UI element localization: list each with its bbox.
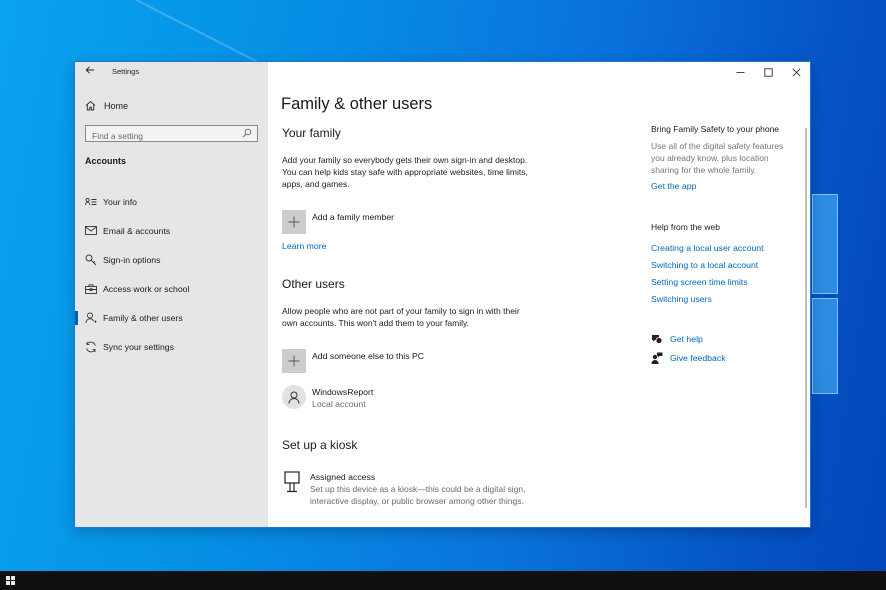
person-add-icon [85,312,97,324]
kiosk-heading: Set up a kiosk [282,438,358,452]
avatar [282,385,306,409]
maximize-button[interactable] [754,62,782,82]
sidebar-item-label: Your info [103,196,137,207]
learn-more-link[interactable]: Learn more [282,241,326,251]
your-family-heading: Your family [282,126,341,140]
family-safety-line: you already know, plus location [651,153,769,163]
search-input[interactable] [86,128,236,144]
minimize-button[interactable] [726,62,754,82]
sidebar-item-label: Family & other users [103,312,183,323]
get-the-app-link[interactable]: Get the app [651,181,696,191]
user-text: WindowsReport Local account [312,386,373,410]
plus-tile [282,349,306,373]
titlebar: Settings [75,62,268,84]
give-feedback-button[interactable]: Give feedback [651,352,726,364]
sidebar-item-sync-settings[interactable]: Sync your settings [75,332,268,361]
give-feedback-label: Give feedback [670,353,726,363]
user-name: WindowsReport [312,387,374,397]
home-icon [85,100,97,112]
help-link-creating-local-account[interactable]: Creating a local user account [651,243,764,253]
briefcase-icon [85,283,97,295]
get-help-icon [652,335,663,344]
help-link-screen-time-limits[interactable]: Setting screen time limits [651,277,748,287]
sidebar-item-home[interactable]: Home [85,98,128,114]
plus-icon [288,216,300,228]
assigned-access-text: Assigned access Set up this device as a … [310,471,525,507]
description-line: own accounts. This won't add them to you… [282,318,469,328]
plus-icon [288,355,300,367]
windows-icon-quad [11,581,15,585]
minimize-icon [736,71,744,73]
sidebar-item-label: Sync your settings [103,341,174,352]
page-title: Family & other users [281,95,433,113]
sync-icon [85,341,97,353]
maximize-icon [763,67,773,77]
back-button[interactable] [83,65,97,79]
user-account-item[interactable]: WindowsReport Local account [282,385,373,410]
add-someone-else-button[interactable]: Add someone else to this PC [282,349,424,373]
sidebar-item-your-info[interactable]: Your info [75,187,268,216]
key-icon [85,254,97,266]
windows-icon-quad [6,581,10,585]
description-line: apps, and games. [282,179,350,189]
assigned-access-desc-line: Set up this device as a kiosk—this could… [310,484,526,494]
user-account-type: Local account [312,399,366,409]
logo-pane-bottom [812,298,838,394]
help-link-switching-users[interactable]: Switching users [651,294,712,304]
contact-info-icon [85,196,97,208]
sidebar-nav: Your info Email & accounts Sign-in optio… [75,187,268,361]
home-label: Home [104,101,129,111]
person-icon [288,391,300,404]
sidebar-item-label: Access work or school [103,283,190,294]
get-help-label: Get help [670,334,703,344]
description-line: Add your family so everybody gets their … [282,155,528,165]
settings-window: Settings Home Accounts Your info [75,62,810,527]
family-safety-title: Bring Family Safety to your phone [651,124,780,134]
assigned-access-desc-line: interactive display, or public browser a… [310,496,524,506]
add-family-member-label: Add a family member [312,212,395,222]
add-someone-else-label: Add someone else to this PC [312,351,425,361]
sidebar-item-family-other-users[interactable]: Family & other users [75,303,268,332]
help-link-switching-local-account[interactable]: Switching to a local account [651,260,758,270]
wallpaper-windows-logo [812,194,886,394]
close-icon [791,67,801,77]
family-safety-line: sharing for the whole family. [651,165,757,175]
windows-icon-quad [11,576,15,580]
main-content: Family & other users Your family Add you… [268,62,810,527]
plus-tile [282,210,306,234]
get-help-button[interactable]: Get help [651,333,703,345]
family-safety-line: Use all of the digital safety features [651,141,784,151]
taskbar [0,571,886,590]
search-icon[interactable] [242,128,252,138]
description-line: Allow people who are not part of your fa… [282,306,520,316]
family-safety-text: Use all of the digital safety features y… [651,140,801,176]
sidebar-item-label: Sign-in options [103,254,161,265]
your-family-description: Add your family so everybody gets their … [282,154,528,190]
assigned-access-item[interactable]: Assigned access Set up this device as a … [284,471,525,507]
start-button[interactable] [6,576,15,585]
sidebar: Settings Home Accounts Your info [75,62,268,527]
add-family-member-button[interactable]: Add a family member [282,210,394,234]
help-from-web-title: Help from the web [651,222,720,232]
search-box[interactable] [85,125,258,144]
mail-icon [85,225,97,237]
scrollbar[interactable] [805,128,807,508]
sidebar-item-email-accounts[interactable]: Email & accounts [75,216,268,245]
assigned-access-title: Assigned access [310,472,376,482]
sidebar-item-label: Email & accounts [103,225,171,236]
description-line: You can help kids stay safe with appropr… [282,167,528,177]
feedback-icon [651,352,663,364]
windows-icon-quad [6,576,10,580]
logo-pane-top [812,194,838,294]
other-users-heading: Other users [282,277,345,291]
sidebar-item-sign-in-options[interactable]: Sign-in options [75,245,268,274]
sidebar-item-access-work-school[interactable]: Access work or school [75,274,268,303]
window-controls [726,62,810,82]
kiosk-icon [284,471,300,493]
close-button[interactable] [782,62,810,82]
app-title: Settings [112,67,140,76]
section-label-accounts: Accounts [85,156,127,166]
other-users-description: Allow people who are not part of your fa… [282,305,520,329]
back-arrow-icon [85,66,94,74]
